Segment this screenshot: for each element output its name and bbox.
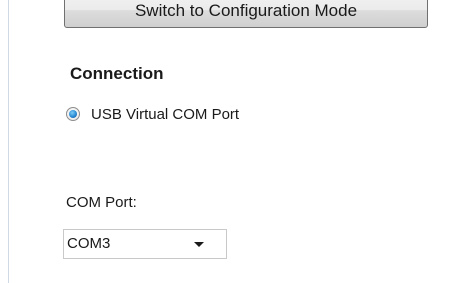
chevron-down-icon[interactable]	[194, 242, 204, 247]
radio-selected-dot	[69, 110, 77, 118]
com-port-selected-value: COM3	[67, 235, 111, 252]
radio-button-selected-icon[interactable]	[66, 107, 80, 121]
com-port-label: COM Port:	[66, 194, 137, 211]
connection-section-title: Connection	[70, 64, 164, 83]
radio-option-usb-virtual-com-port[interactable]: USB Virtual COM Port	[66, 104, 239, 124]
switch-to-configuration-mode-button[interactable]: Switch to Configuration Mode	[64, 0, 428, 28]
com-port-dropdown[interactable]: COM3	[63, 229, 227, 259]
radio-option-label: USB Virtual COM Port	[91, 105, 240, 123]
panel-left-border	[8, 0, 9, 283]
